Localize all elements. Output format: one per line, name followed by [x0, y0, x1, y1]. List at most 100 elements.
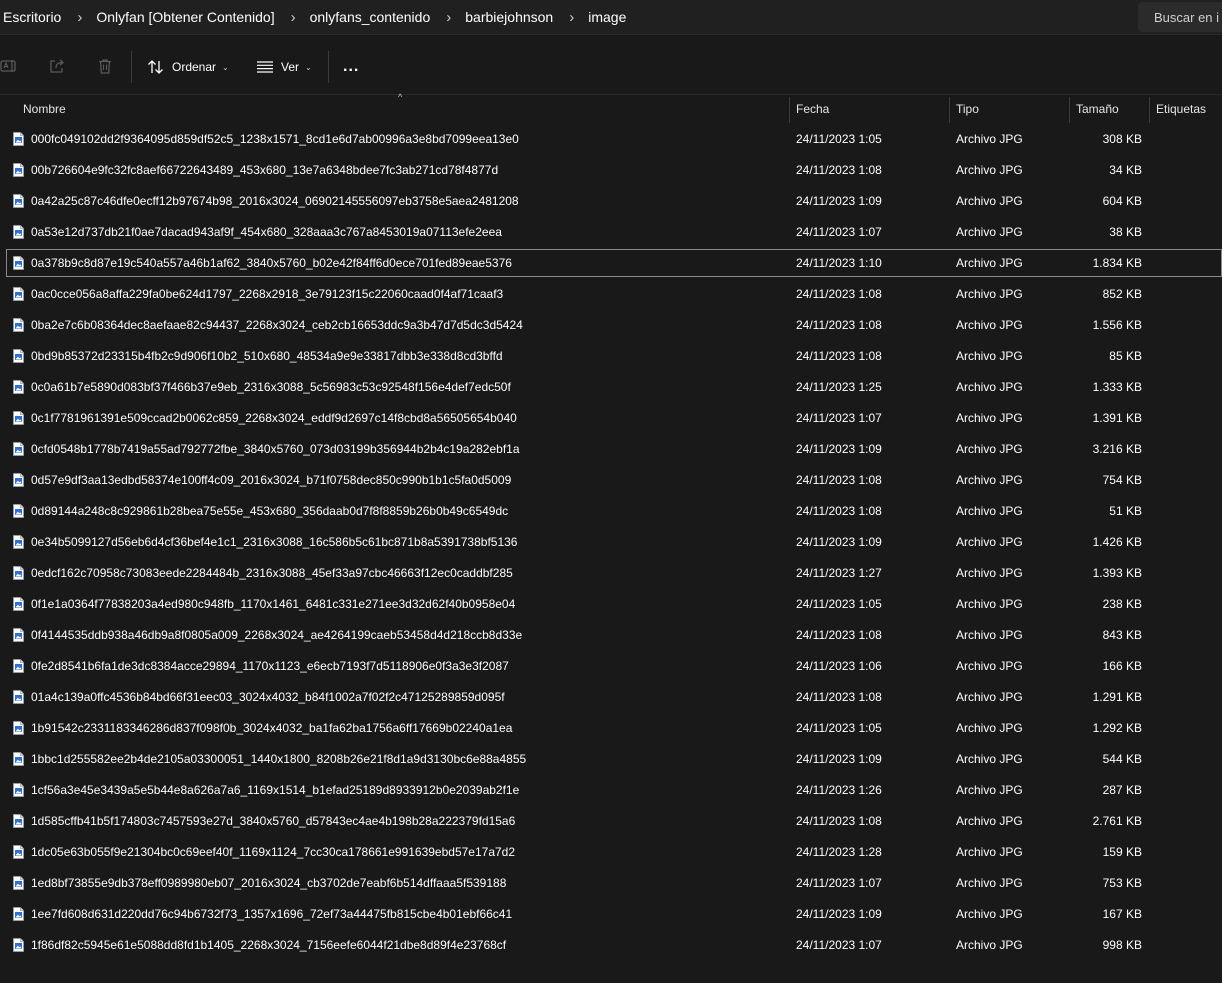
file-name: 0c1f7781961391e509ccad2b0062c859_2268x30… [31, 411, 517, 425]
file-row[interactable]: 01a4c139a0ffc4536b84bd66f31eec03_3024x40… [0, 683, 1222, 711]
file-row[interactable]: 0c1f7781961391e509ccad2b0062c859_2268x30… [0, 404, 1222, 432]
file-size: 166 KB [1102, 659, 1142, 673]
file-row[interactable]: 0bd9b85372d23315b4fb2c9d906f10b2_510x680… [0, 342, 1222, 370]
file-date: 24/11/2023 1:08 [796, 814, 882, 828]
column-resize-handle[interactable] [1069, 97, 1070, 123]
jpg-file-icon [13, 380, 24, 394]
file-type: Archivo JPG [956, 752, 1023, 766]
breadcrumb-item[interactable]: barbiejohnson [462, 9, 556, 25]
file-size: 1.292 KB [1092, 721, 1142, 735]
file-row[interactable]: 1cf56a3e45e3439a5e5b44e8a626a7a6_1169x15… [0, 776, 1222, 804]
file-type: Archivo JPG [956, 535, 1023, 549]
file-size: 308 KB [1102, 132, 1142, 146]
jpg-file-icon [13, 411, 24, 425]
file-row[interactable]: 1d585cffb41b5f174803c7457593e27d_3840x57… [0, 807, 1222, 835]
file-row[interactable]: 1ee7fd608d631d220dd76c94b6732f73_1357x16… [0, 900, 1222, 928]
breadcrumb-item[interactable]: Escritorio [0, 9, 64, 25]
chevron-right-icon[interactable]: › [64, 9, 93, 26]
jpg-file-icon [13, 566, 24, 580]
column-date[interactable]: Fecha [796, 95, 829, 123]
file-type: Archivo JPG [956, 256, 1023, 270]
file-row[interactable]: 1ed8bf73855e9db378eff0989980eb07_2016x30… [0, 869, 1222, 897]
sort-button[interactable]: Ordenar ⌄ [147, 55, 229, 79]
file-date: 24/11/2023 1:09 [796, 194, 882, 208]
file-row[interactable]: 0ac0cce056a8affa229fa0be624d1797_2268x29… [0, 280, 1222, 308]
file-row[interactable]: 0f4144535ddb938a46db9a8f0805a009_2268x30… [0, 621, 1222, 649]
jpg-file-icon [13, 752, 24, 766]
file-size: 51 KB [1109, 504, 1142, 518]
column-tags[interactable]: Etiquetas [1156, 95, 1206, 123]
file-type: Archivo JPG [956, 411, 1023, 425]
file-size: 1.556 KB [1092, 318, 1142, 332]
column-type[interactable]: Tipo [956, 95, 979, 123]
jpg-file-icon [13, 628, 24, 642]
rename-icon[interactable] [0, 57, 18, 75]
column-size[interactable]: Tamaño [1076, 95, 1119, 123]
jpg-file-icon [13, 256, 24, 270]
file-date: 24/11/2023 1:08 [796, 628, 882, 642]
file-row[interactable]: 000fc049102dd2f9364095d859df52c5_1238x15… [0, 125, 1222, 153]
delete-icon[interactable] [96, 57, 114, 75]
file-size: 604 KB [1102, 194, 1142, 208]
file-name: 0c0a61b7e5890d083bf37f466b37e9eb_2316x30… [31, 380, 511, 394]
file-row[interactable]: 0a42a25c87c46dfe0ecff12b97674b98_2016x30… [0, 187, 1222, 215]
file-name: 01a4c139a0ffc4536b84bd66f31eec03_3024x40… [31, 690, 505, 704]
file-name: 1dc05e63b055f9e21304bc0c69eef40f_1169x11… [31, 845, 516, 859]
share-icon[interactable] [48, 57, 66, 75]
file-date: 24/11/2023 1:25 [796, 380, 882, 394]
file-type: Archivo JPG [956, 566, 1023, 580]
file-date: 24/11/2023 1:08 [796, 318, 882, 332]
file-size: 3.216 KB [1092, 442, 1142, 456]
sort-label: Ordenar [172, 60, 217, 74]
column-name[interactable]: Nombre [23, 95, 66, 123]
file-row[interactable]: 0f1e1a0364f77838203a4ed980c948fb_1170x14… [0, 590, 1222, 618]
chevron-right-icon[interactable]: › [278, 9, 307, 26]
jpg-file-icon [13, 907, 24, 921]
chevron-right-icon[interactable]: › [433, 9, 462, 26]
file-row[interactable]: 0ba2e7c6b08364dec8aefaae82c94437_2268x30… [0, 311, 1222, 339]
file-name: 1ed8bf73855e9db378eff0989980eb07_2016x30… [31, 876, 507, 890]
file-size: 2.761 KB [1092, 814, 1142, 828]
column-resize-handle[interactable] [789, 97, 790, 123]
search-placeholder: Buscar en i [1154, 9, 1220, 25]
file-name: 0a53e12d737db21f0ae7dacad943af9f_454x680… [31, 225, 502, 239]
file-name: 000fc049102dd2f9364095d859df52c5_1238x15… [31, 132, 519, 146]
jpg-file-icon [13, 597, 24, 611]
file-type: Archivo JPG [956, 783, 1023, 797]
view-button[interactable]: Ver ⌄ [256, 55, 312, 79]
breadcrumb-item[interactable]: onlyfans_contenido [307, 9, 434, 25]
file-date: 24/11/2023 1:07 [796, 411, 882, 425]
jpg-file-icon [13, 504, 24, 518]
view-label: Ver [281, 60, 300, 74]
file-row[interactable]: 0d57e9df3aa13edbd58374e100ff4c09_2016x30… [0, 466, 1222, 494]
view-icon [257, 61, 273, 73]
file-row[interactable]: 0edcf162c70958c73083eede2284484b_2316x30… [0, 559, 1222, 587]
sort-icon [148, 60, 163, 74]
file-row[interactable]: 0a378b9c8d87e19c540a557a46b1af62_3840x57… [6, 249, 1222, 277]
file-name: 0cfd0548b1778b7419a55ad792772fbe_3840x57… [31, 442, 520, 456]
file-row[interactable]: 1b91542c2331183346286d837f098f0b_3024x40… [0, 714, 1222, 742]
file-type: Archivo JPG [956, 845, 1023, 859]
file-row[interactable]: 0a53e12d737db21f0ae7dacad943af9f_454x680… [0, 218, 1222, 246]
file-row[interactable]: 1bbc1d255582ee2b4de2105a03300051_1440x18… [0, 745, 1222, 773]
file-row[interactable]: 1f86df82c5945e61e5088dd8fd1b1405_2268x30… [0, 931, 1222, 959]
file-name: 1cf56a3e45e3439a5e5b44e8a626a7a6_1169x15… [31, 783, 520, 797]
file-row[interactable]: 0fe2d8541b6fa1de3dc8384acce29894_1170x11… [0, 652, 1222, 680]
column-resize-handle[interactable] [1149, 97, 1150, 123]
file-row[interactable]: 0c0a61b7e5890d083bf37f466b37e9eb_2316x30… [0, 373, 1222, 401]
file-row[interactable]: 0e34b5099127d56eb6d4cf36bef4e1c1_2316x30… [0, 528, 1222, 556]
file-row[interactable]: 0d89144a248c8c929861b28bea75e55e_453x680… [0, 497, 1222, 525]
jpg-file-icon [13, 659, 24, 673]
file-row[interactable]: 1dc05e63b055f9e21304bc0c69eef40f_1169x11… [0, 838, 1222, 866]
file-row[interactable]: 0cfd0548b1778b7419a55ad792772fbe_3840x57… [0, 435, 1222, 463]
more-options-button[interactable]: ... [343, 55, 359, 79]
file-row[interactable]: 00b726604e9fc32fc8aef66722643489_453x680… [0, 156, 1222, 184]
breadcrumb-item[interactable]: image [585, 9, 629, 25]
file-size: 287 KB [1102, 783, 1142, 797]
chevron-right-icon[interactable]: › [556, 9, 585, 26]
column-resize-handle[interactable] [949, 97, 950, 123]
search-input[interactable]: Buscar en i [1138, 2, 1222, 32]
toolbar-divider [131, 51, 132, 83]
breadcrumb-item[interactable]: Onlyfan [Obtener Contenido] [93, 9, 277, 25]
jpg-file-icon [13, 938, 24, 952]
